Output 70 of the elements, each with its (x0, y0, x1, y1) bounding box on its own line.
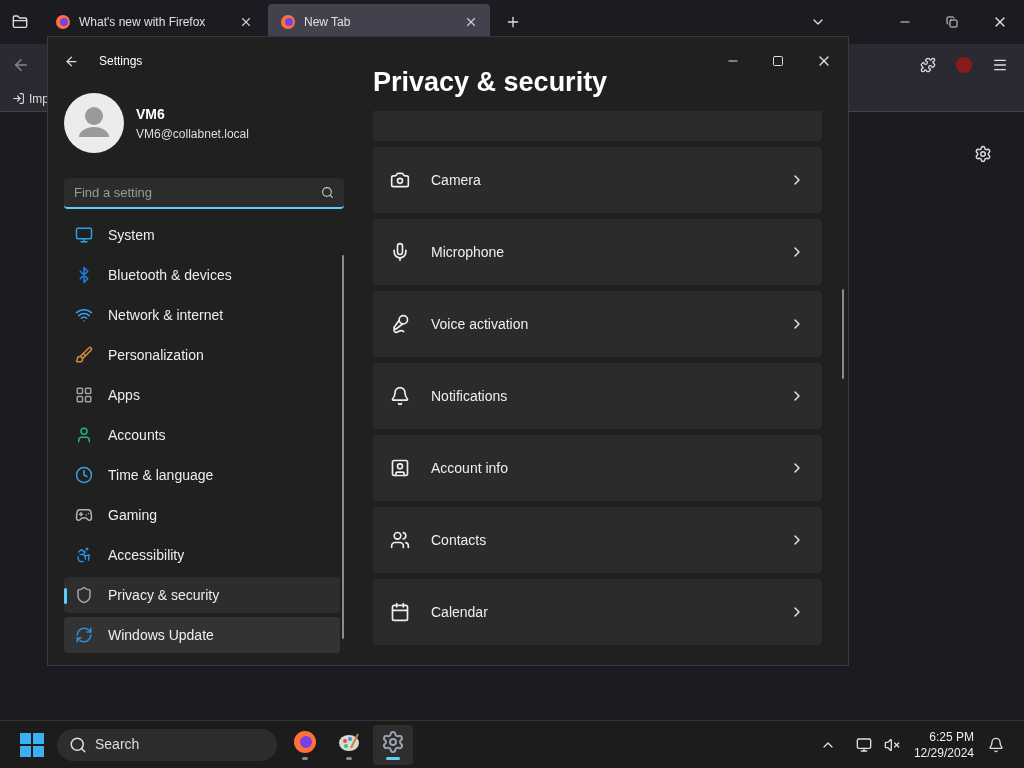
nav-item[interactable]: Gaming (64, 497, 340, 533)
refresh-icon (75, 626, 93, 644)
nav-item[interactable]: Privacy & security (64, 577, 340, 613)
taskbar-app[interactable] (373, 724, 413, 765)
tab-title: New Tab (304, 14, 352, 31)
gamepad-icon (75, 506, 93, 524)
menu-icon[interactable] (992, 57, 1008, 73)
nav-item[interactable]: Bluetooth & devices (64, 257, 340, 293)
scrollbar[interactable] (842, 289, 844, 379)
avatar-icon (64, 93, 124, 153)
nav-item[interactable]: Time & language (64, 457, 340, 493)
person-icon (75, 426, 93, 444)
folder-icon (12, 14, 28, 30)
microphone-icon (390, 314, 410, 334)
bell-icon (390, 386, 410, 406)
search-icon (69, 735, 87, 754)
search-icon (321, 186, 334, 199)
browser-tab[interactable]: What's new with Firefox (43, 4, 265, 40)
selection-indicator (64, 588, 67, 604)
window-title: Settings (99, 53, 143, 70)
calendar-icon (390, 602, 410, 622)
nav-item[interactable]: Accounts (64, 417, 340, 453)
find-setting-input[interactable]: Find a setting (74, 182, 321, 203)
start-logo-icon[interactable] (20, 732, 44, 757)
restore-icon[interactable] (946, 16, 958, 28)
settings-icon[interactable] (974, 145, 992, 163)
settings-card[interactable]: Contacts (373, 507, 822, 573)
grid-icon (75, 386, 93, 404)
taskbar-search-field[interactable]: Search (57, 728, 277, 761)
nav-item[interactable]: System (64, 217, 340, 253)
scrollbar[interactable] (342, 255, 344, 639)
settings-card[interactable]: Voice activation (373, 291, 822, 357)
people-icon (390, 530, 410, 550)
page-heading: Privacy & security (373, 66, 609, 99)
settings-card[interactable]: Calendar (373, 579, 822, 645)
camera-icon (390, 170, 410, 190)
extensions-icon[interactable] (920, 57, 936, 73)
find-setting-field[interactable]: Find a setting (64, 178, 344, 209)
nav-item[interactable]: Personalization (64, 337, 340, 373)
settings-card[interactable]: Account info (373, 435, 822, 501)
tab-title: What's new with Firefox (79, 14, 207, 31)
microphone-icon (390, 242, 410, 262)
wifi-icon (75, 306, 93, 324)
clock[interactable]: 6:25 PM 12/29/2024 (913, 728, 974, 761)
clock-icon (75, 466, 93, 484)
muted-speaker-icon[interactable] (883, 736, 900, 753)
user-email: VM6@collabnet.local (136, 125, 249, 143)
import-icon (12, 92, 25, 105)
brush-icon (75, 346, 93, 364)
settings-card[interactable]: Notifications (373, 363, 822, 429)
new-tab-icon[interactable] (505, 14, 521, 30)
maximize-icon[interactable] (772, 55, 784, 67)
settings-card[interactable]: Camera (373, 147, 822, 213)
contact-card-icon (390, 458, 410, 478)
close-icon[interactable] (239, 15, 253, 29)
nav-item[interactable]: Windows Update (64, 617, 340, 653)
accessibility-icon (75, 546, 93, 564)
gear-icon (381, 729, 405, 754)
search-placeholder: Search (95, 735, 140, 754)
shield-icon (75, 586, 93, 604)
monitor-icon (75, 226, 93, 244)
nav-item[interactable]: Apps (64, 377, 340, 413)
nav-item[interactable]: Network & internet (64, 297, 340, 333)
back-icon[interactable] (64, 53, 79, 69)
close-icon[interactable] (464, 15, 478, 29)
user-name: VM6 (136, 104, 166, 124)
settings-card[interactable]: Microphone (373, 219, 822, 285)
nav-item[interactable]: Accessibility (64, 537, 340, 573)
network-icon[interactable] (855, 736, 872, 753)
notification-icon[interactable] (988, 736, 1004, 753)
